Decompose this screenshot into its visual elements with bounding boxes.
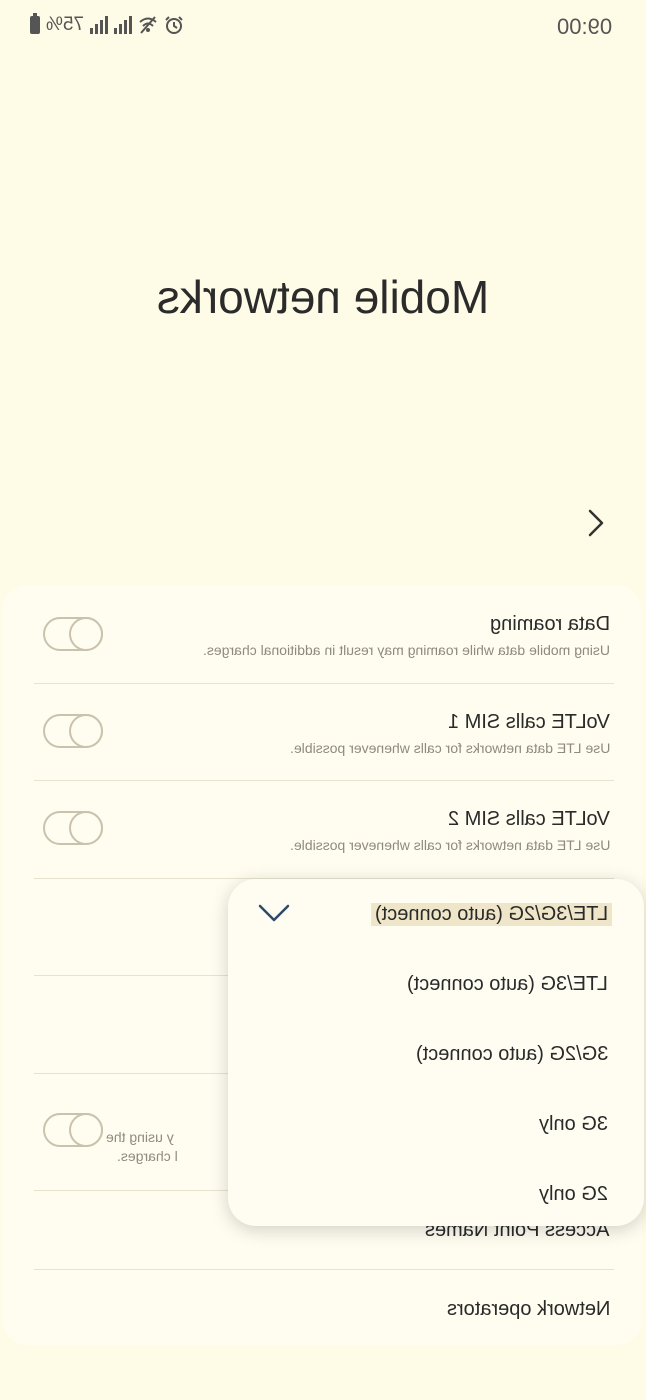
chevron-down-icon[interactable]: [258, 903, 290, 923]
data-roaming-subtitle: Using mobile data while roaming may resu…: [203, 642, 610, 658]
dropdown-option[interactable]: LTE/3G (auto connect): [407, 973, 608, 996]
data-roaming-title: Data roaming: [489, 613, 610, 635]
status-bar: 75% 09:00: [0, 0, 646, 52]
volte-sim2-subtitle: Use LTE data networks for calls whenever…: [289, 837, 610, 853]
network-mode-dropdown[interactable]: LTE/3G/2G (auto connect) LTE/3G (auto co…: [228, 879, 644, 1226]
page-title: Mobile networks: [156, 271, 490, 323]
partial-row-subtitle-2: l charges.: [117, 1148, 178, 1164]
volte-sim2-row[interactable]: VoLTE calls SIM 2 Use LTE data networks …: [34, 780, 614, 879]
volte-sim1-title: VoLTE calls SIM 1: [448, 711, 610, 733]
dropdown-selected-option[interactable]: LTE/3G/2G (auto connect): [370, 903, 612, 926]
network-operators-row[interactable]: Network operators: [34, 1269, 614, 1346]
wifi-off-icon: [139, 16, 157, 34]
signal-sim2-icon: [114, 16, 133, 34]
dropdown-option[interactable]: 3G only: [539, 1113, 608, 1136]
volte-sim2-toggle[interactable]: [43, 811, 103, 845]
alarm-icon: [165, 16, 183, 34]
status-icons: 75%: [30, 13, 184, 36]
battery-icon: [30, 13, 40, 34]
network-operators-title: Network operators: [446, 1298, 610, 1320]
partial-row-toggle[interactable]: [43, 1113, 103, 1147]
chevron-right-icon[interactable]: [582, 508, 612, 538]
signal-sim1-icon: [90, 16, 109, 34]
volte-sim2-title: VoLTE calls SIM 2: [448, 808, 610, 830]
status-time: 09:00: [556, 14, 612, 39]
data-roaming-toggle[interactable]: [43, 617, 103, 651]
data-roaming-row[interactable]: Data roaming Using mobile data while roa…: [34, 585, 614, 683]
battery-percentage: 75%: [46, 14, 85, 35]
volte-sim1-toggle[interactable]: [43, 714, 103, 748]
volte-sim1-subtitle: Use LTE data networks for calls whenever…: [289, 740, 610, 756]
partial-row-subtitle-1: y using the: [106, 1129, 174, 1145]
dropdown-option[interactable]: 3G/2G (auto connect): [416, 1043, 608, 1066]
dropdown-option[interactable]: 2G only: [539, 1183, 608, 1206]
volte-sim1-row[interactable]: VoLTE calls SIM 1 Use LTE data networks …: [34, 683, 614, 781]
